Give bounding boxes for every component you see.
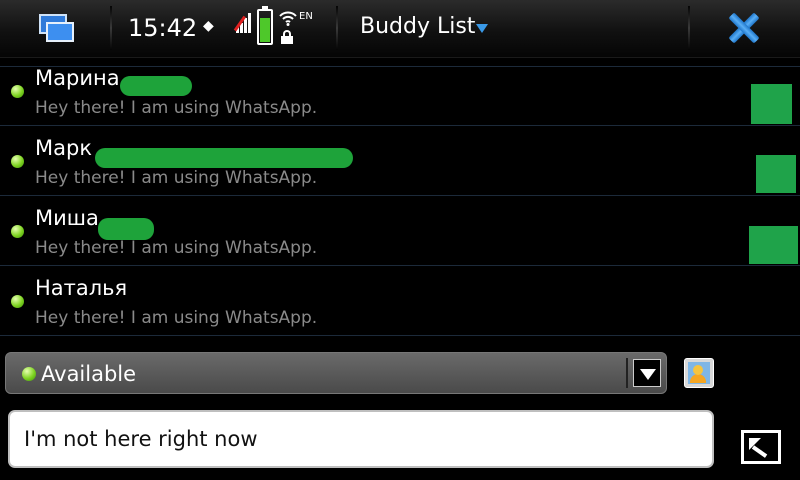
contact-status: Hey there! I am using WhatsApp. [35, 168, 318, 188]
avatar [749, 226, 798, 264]
language-indicator: EN [299, 11, 313, 22]
lock-icon [281, 30, 293, 44]
wifi-icon [279, 10, 299, 26]
presence-icon: ◆ [203, 18, 214, 34]
contact-name: Наталья [35, 276, 128, 300]
contact-name: Миша [35, 206, 99, 230]
avatar-button[interactable] [684, 358, 714, 388]
contact-name: Марк [35, 136, 93, 160]
redaction-mark [120, 76, 192, 96]
task-switcher-icon[interactable] [30, 8, 82, 48]
list-item[interactable]: Марина Hey there! I am using WhatsApp. [0, 58, 800, 126]
contact-status: Hey there! I am using WhatsApp. [35, 238, 318, 258]
list-item[interactable]: Марк Hey there! I am using WhatsApp. [0, 126, 800, 196]
fullscreen-icon[interactable] [741, 430, 781, 464]
contact-status: Hey there! I am using WhatsApp. [35, 98, 318, 118]
online-status-icon [11, 225, 24, 238]
battery-icon [257, 6, 273, 45]
avatar [751, 84, 792, 124]
online-status-icon [11, 155, 24, 168]
redaction-mark [95, 148, 353, 168]
close-icon[interactable] [726, 10, 762, 46]
title-menu[interactable]: Buddy List [360, 14, 475, 39]
dropdown-arrow-icon[interactable] [633, 359, 661, 387]
separator [336, 6, 338, 50]
online-status-icon [11, 85, 24, 98]
online-status-icon [22, 367, 36, 381]
status-message-input[interactable] [8, 410, 714, 468]
separator [110, 6, 112, 50]
buddy-list[interactable]: Марина Hey there! I am using WhatsApp. М… [0, 58, 800, 348]
chevron-down-icon[interactable] [476, 24, 488, 33]
list-item[interactable]: Миша Hey there! I am using WhatsApp. [0, 196, 800, 266]
separator [688, 6, 690, 50]
redaction-mark [98, 218, 154, 240]
contact-name: Марина [35, 66, 120, 90]
presence-selector[interactable]: Available [5, 352, 667, 394]
avatar [756, 155, 796, 193]
no-signal-icon [233, 11, 251, 33]
online-status-icon [11, 295, 24, 308]
presence-label: Available [41, 362, 137, 386]
status-bar: 15:42 ◆ EN Buddy List [0, 0, 800, 58]
list-item[interactable]: Наталья Hey there! I am using WhatsApp. [0, 266, 800, 336]
contact-status: Hey there! I am using WhatsApp. [35, 308, 318, 328]
clock[interactable]: 15:42 [128, 14, 197, 42]
